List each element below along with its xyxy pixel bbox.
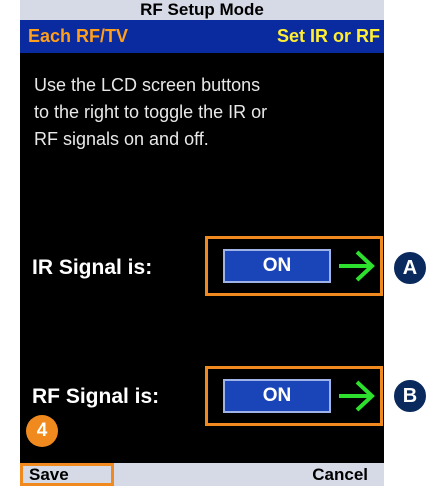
cancel-button[interactable]: Cancel [312,463,368,486]
lcd-screen: RF Setup Mode Each RF/TV Set IR or RF Us… [20,0,384,486]
screen-title: RF Setup Mode [20,0,384,20]
instruction-line: Use the LCD screen buttons [34,75,261,95]
rf-toggle-highlight: ON [205,366,383,426]
ir-toggle-highlight: ON [205,236,383,296]
callout-a: A [392,250,428,286]
right-arrow-icon [339,380,375,412]
mode-header-bar: Each RF/TV Set IR or RF [20,20,384,53]
soft-key-bar: Save Cancel [20,463,384,486]
rf-toggle-button[interactable]: ON [223,379,331,413]
step-4-badge: 4 [26,415,58,447]
save-button[interactable]: Save [20,463,114,486]
rf-signal-label: RF Signal is: [32,385,160,408]
callout-b: B [392,378,428,414]
right-arrow-icon [339,250,375,282]
ir-signal-label: IR Signal is: [32,256,153,279]
instruction-line: to the right to toggle the IR or [34,102,268,122]
instruction-line: RF signals on and off. [34,129,209,149]
each-rf-tv-label: Each RF/TV [28,26,129,46]
instructions-text: Use the LCD screen buttons to the right … [34,72,374,153]
set-ir-or-rf-label: Set IR or RF [276,26,380,46]
ir-toggle-button[interactable]: ON [223,249,331,283]
